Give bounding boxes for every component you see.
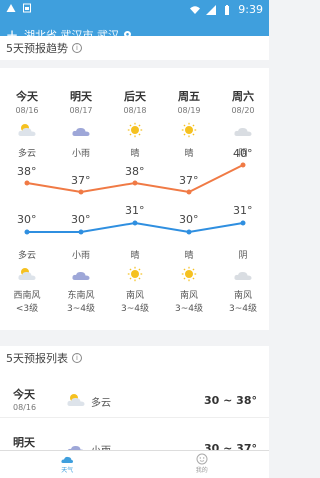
sunny-icon [127, 266, 143, 282]
sunny-icon [127, 122, 143, 138]
clock: 9:39 [238, 3, 263, 16]
profile-icon [196, 453, 208, 465]
day-condition: 晴 [130, 149, 140, 159]
wind-direction: 南风 [125, 291, 144, 301]
day-label: 后天 [124, 90, 146, 103]
nav-item-profile[interactable]: 我的 [135, 451, 270, 478]
wifi-icon [190, 5, 201, 14]
nav-label: 天气 [61, 467, 74, 474]
sunny-icon [181, 122, 197, 138]
night-condition: 小雨 [71, 251, 90, 261]
day-label: 周六 [232, 90, 254, 103]
day-condition: 阴 [238, 149, 248, 159]
row-condition: 多云 [91, 398, 111, 409]
wind-info: 南风 3~4级 [164, 290, 214, 316]
wind-info: 南风 3~4级 [110, 290, 160, 316]
date-label: 08/20 [231, 106, 255, 115]
wind-level: 3~4级 [67, 304, 95, 314]
wind-level: 3~4级 [175, 304, 203, 314]
row-temp-range: 30 ~ 38° [204, 394, 257, 407]
day-condition: 多云 [17, 149, 36, 159]
wind-direction: 东南风 [67, 291, 95, 301]
row-date: 08/16 [13, 403, 37, 412]
battery-icon [225, 4, 230, 15]
wind-level: 3~4级 [121, 304, 149, 314]
overcast-icon [234, 127, 252, 136]
weather-icon [61, 456, 74, 463]
wind-direction: 西南风 [13, 291, 41, 301]
wind-level: <3级 [15, 304, 39, 314]
sim-icon [23, 3, 31, 13]
list-section-title: 5天预报列表 i [0, 346, 269, 370]
trend-columns: 今天 08/16 多云 多云 西南风 <3级 明天 08/17 小雨 小雨 东南风 3~4级 后天 08/… [0, 68, 269, 330]
nav-item-weather[interactable]: 天气 [0, 451, 135, 478]
overcast-icon [234, 271, 252, 280]
nav-label: 我的 [195, 467, 208, 474]
list-title: 5天预报列表 [6, 352, 68, 365]
night-condition: 晴 [130, 251, 140, 261]
day-label: 明天 [70, 90, 92, 103]
trend-card: 38° 37° 38° 37° 40° 30° 30° 31° 30° 31° 今天 08/16 多云… [0, 68, 269, 330]
day-label: 今天 [16, 90, 38, 103]
warning-icon [6, 4, 16, 12]
sunny-icon [181, 266, 197, 282]
trend-section-title: 5天预报趋势 i [0, 36, 269, 60]
status-bar: 9:39 [0, 0, 269, 20]
night-condition: 多云 [17, 251, 36, 261]
day-condition: 晴 [184, 149, 194, 159]
day-label: 周五 [178, 90, 200, 103]
info-icon[interactable]: i [72, 43, 82, 53]
date-label: 08/17 [69, 106, 93, 115]
bottom-nav: 天气 我的 [0, 450, 269, 478]
day-condition: 小雨 [71, 149, 90, 159]
wind-info: 西南风 <3级 [2, 290, 52, 316]
night-condition: 晴 [184, 251, 194, 261]
row-day: 明天 [13, 436, 35, 449]
trend-title: 5天预报趋势 [6, 42, 68, 55]
partly-cloudy-icon [18, 124, 36, 136]
night-condition: 阴 [238, 251, 248, 261]
partly-cloudy-icon [67, 394, 85, 406]
wind-level: 3~4级 [229, 304, 257, 314]
date-label: 08/16 [15, 106, 39, 115]
partly-cloudy-icon [18, 268, 36, 280]
date-label: 08/18 [123, 106, 147, 115]
light-rain-icon [72, 127, 90, 136]
wind-direction: 南风 [233, 291, 252, 301]
wind-info: 南风 3~4级 [218, 290, 268, 316]
row-day: 今天 [13, 388, 35, 401]
info-icon[interactable]: i [72, 353, 82, 363]
list-item[interactable]: 今天 08/16 多云 30 ~ 38° [0, 370, 269, 418]
signal-icon [206, 4, 217, 15]
wind-direction: 南风 [179, 291, 198, 301]
wind-info: 东南风 3~4级 [56, 290, 106, 316]
date-label: 08/19 [177, 106, 201, 115]
light-rain-icon [72, 271, 90, 280]
